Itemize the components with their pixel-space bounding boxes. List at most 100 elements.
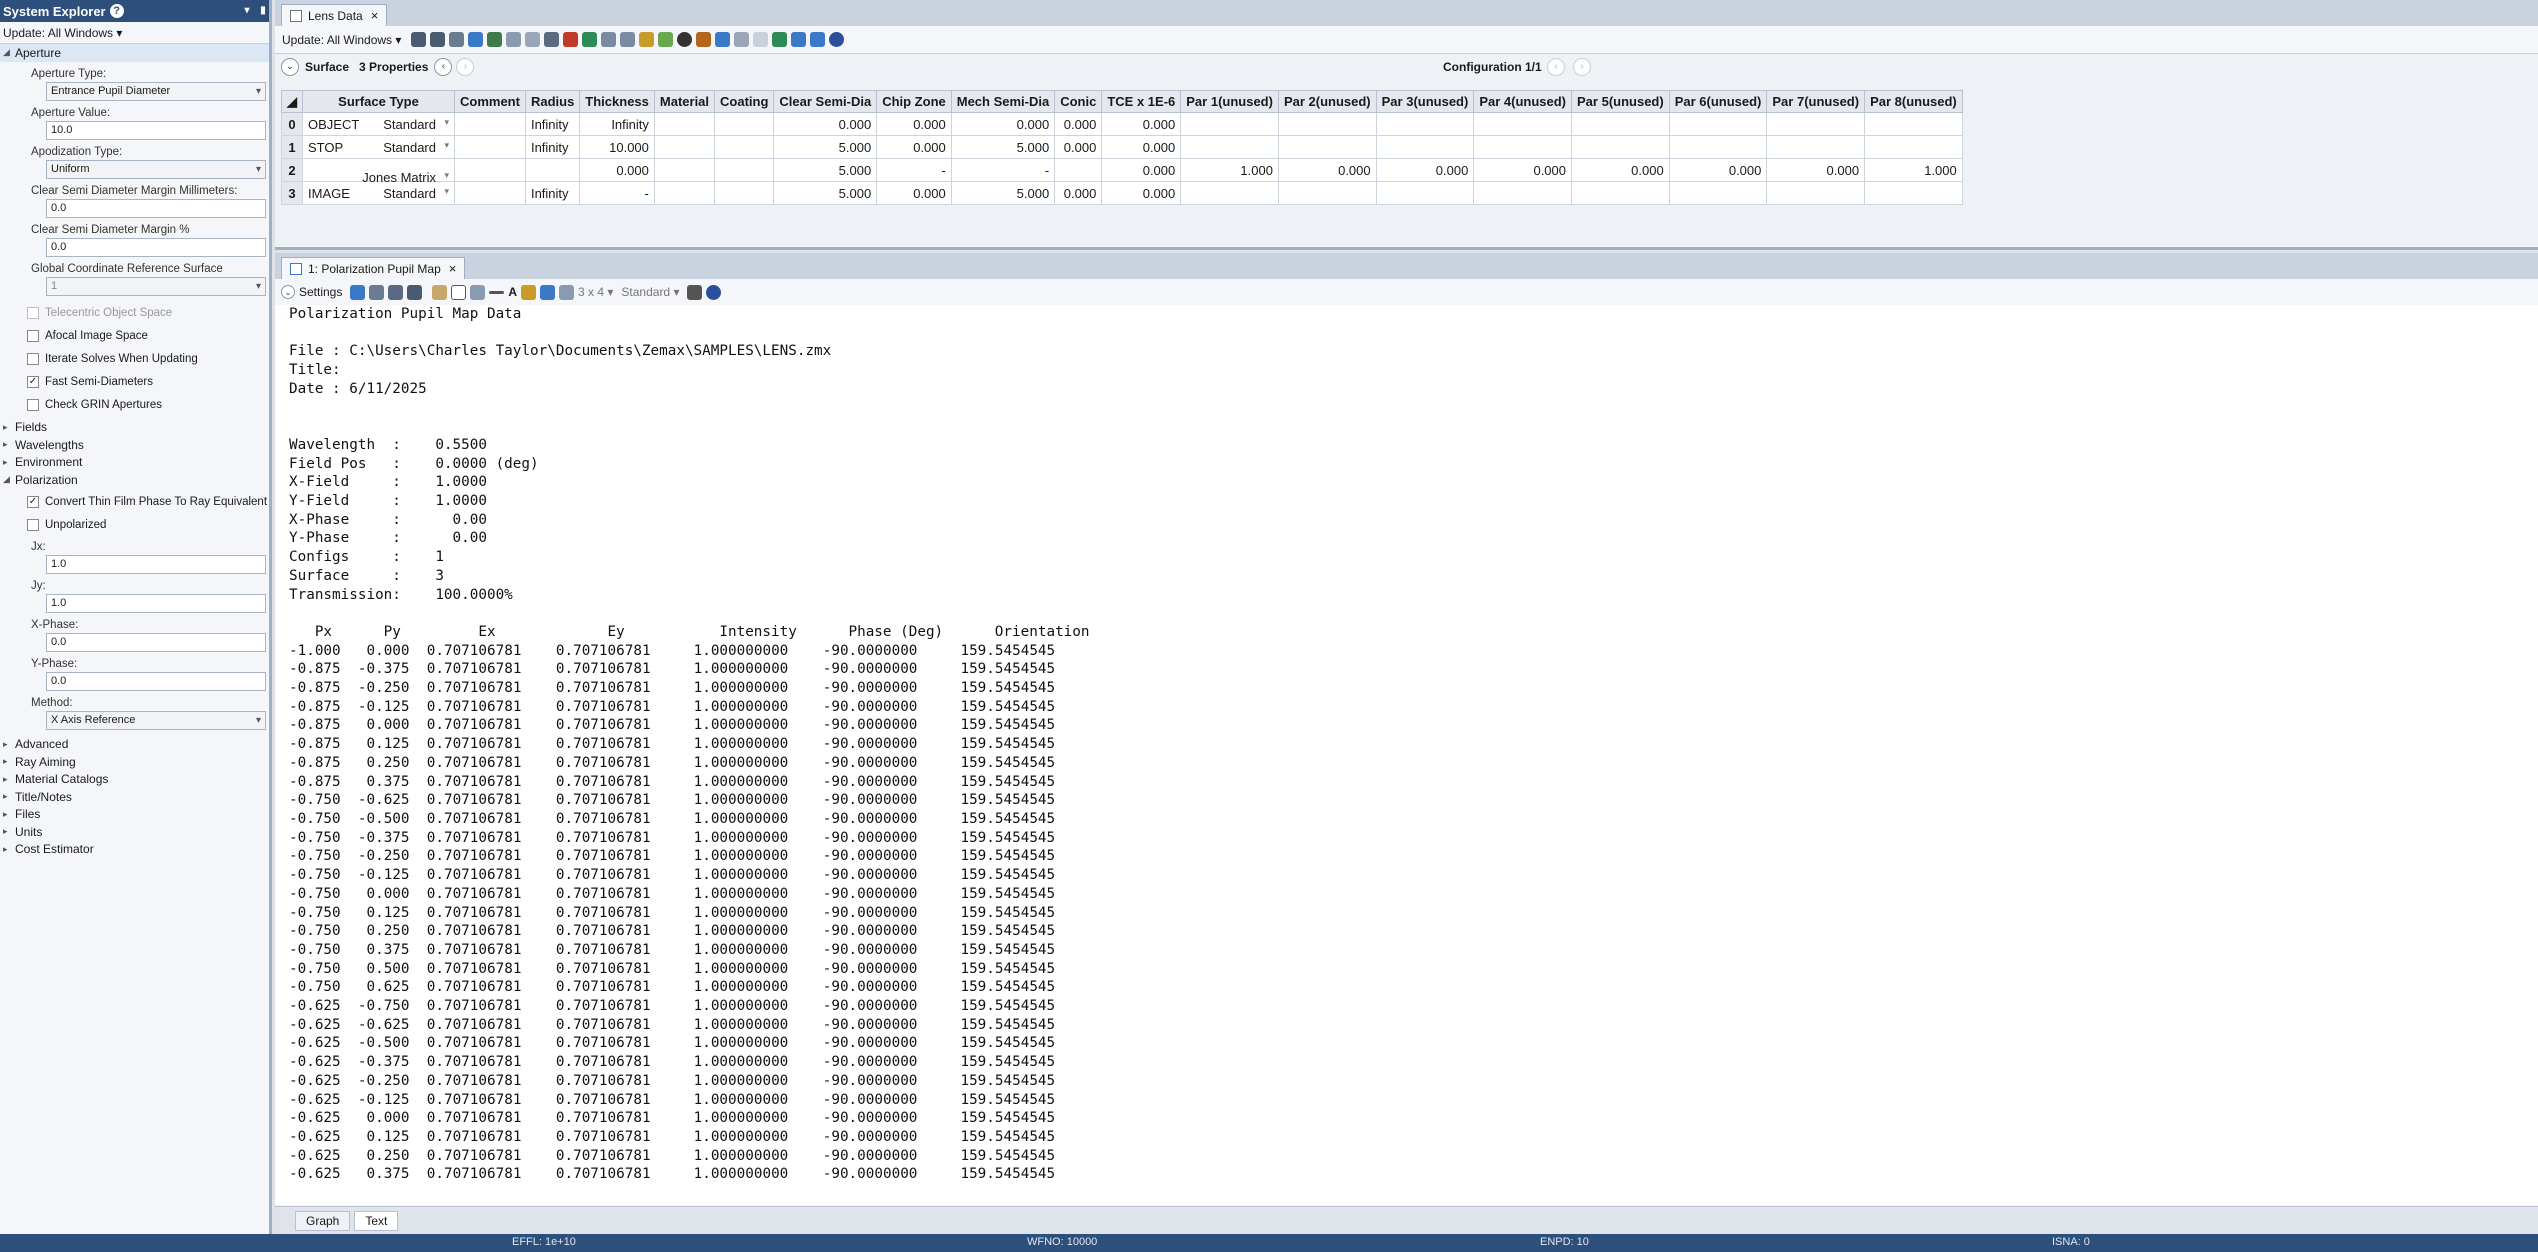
section-units[interactable]: ▸ Units	[0, 823, 269, 841]
radius-cell[interactable]	[524, 158, 581, 182]
jy-input[interactable]: 1.0	[46, 593, 266, 613]
pencil-icon[interactable]	[696, 32, 712, 47]
column-header[interactable]: Radius	[524, 90, 581, 113]
rectangle-icon[interactable]	[451, 284, 467, 300]
chip-zone-cell[interactable]: 0.000	[876, 112, 952, 136]
mech-semi-dia-cell[interactable]: 5.000	[950, 135, 1056, 159]
section-polarization[interactable]: ◢ Polarization	[0, 471, 269, 489]
surface-type-cell[interactable]: Jones Matrix ▾	[302, 158, 455, 185]
par-cell[interactable]	[1180, 112, 1279, 136]
tab-graph[interactable]: Graph	[295, 1210, 351, 1231]
radius-cell[interactable]: Infinity	[524, 181, 581, 205]
conic-cell[interactable]: 0.000	[1054, 181, 1103, 205]
column-header[interactable]: Par 6(unused)	[1668, 90, 1768, 113]
section-ray-aiming[interactable]: ▸ Ray Aiming	[0, 753, 269, 771]
column-header[interactable]: Par 3(unused)	[1375, 90, 1475, 113]
par-cell[interactable]	[1766, 181, 1866, 205]
par-cell[interactable]	[1473, 181, 1573, 205]
grid-icon[interactable]	[559, 284, 575, 300]
mech-semi-dia-cell[interactable]: 0.000	[950, 112, 1056, 136]
tce-cell[interactable]: 0.000	[1101, 112, 1182, 136]
section-files[interactable]: ▸ Files	[0, 806, 269, 824]
column-header[interactable]: Par 5(unused)	[1571, 90, 1670, 113]
document-icon[interactable]	[753, 32, 769, 47]
column-header[interactable]: Par 8(unused)	[1864, 90, 1963, 113]
par-cell[interactable]: 0.000	[1668, 158, 1768, 182]
thickness-cell[interactable]: Infinity	[579, 112, 655, 136]
layout-icon[interactable]	[487, 32, 503, 47]
column-header[interactable]: Coating	[714, 90, 775, 113]
section-cost-estimator[interactable]: ▸ Cost Estimator	[0, 841, 269, 859]
chevron-down-icon[interactable]: ⌄	[281, 58, 299, 76]
column-header[interactable]: TCE x 1E-6	[1101, 90, 1182, 113]
window-icon[interactable]	[540, 284, 556, 300]
par-cell[interactable]: 0.000	[1766, 158, 1866, 182]
unpolarized-checkbox[interactable]: Unpolarized	[0, 516, 269, 535]
par-cell[interactable]	[1766, 135, 1866, 159]
thickness-cell[interactable]: 0.000	[579, 158, 655, 182]
afocal-checkbox[interactable]: Afocal Image Space	[0, 327, 269, 346]
thickness-cell[interactable]: 10.000	[579, 135, 655, 159]
section-material-catalogs[interactable]: ▸ Material Catalogs	[0, 771, 269, 789]
par-cell[interactable]	[1668, 112, 1768, 136]
tab-text[interactable]: Text	[354, 1210, 399, 1231]
globe-icon[interactable]	[468, 32, 484, 47]
section-fields[interactable]: ▸ Fields	[0, 419, 269, 437]
tce-cell[interactable]: 0.000	[1101, 135, 1182, 159]
aperture-type-select[interactable]: Entrance Pupil Diameter	[46, 81, 266, 101]
par-cell[interactable]	[1375, 181, 1475, 205]
dropdown-icon[interactable]: ▾	[240, 4, 254, 18]
wand-icon[interactable]	[639, 32, 655, 47]
column-header[interactable]: Conic	[1054, 90, 1103, 113]
arrows-icon[interactable]	[601, 32, 617, 47]
thickness-cell[interactable]: -	[579, 181, 655, 205]
par-cell[interactable]: 0.000	[1571, 158, 1670, 182]
coating-cell[interactable]	[714, 112, 775, 136]
par-cell[interactable]	[1277, 181, 1377, 205]
comment-cell[interactable]	[454, 112, 526, 136]
column-header[interactable]: Chip Zone	[876, 90, 952, 113]
next-config-icon[interactable]: ›	[1573, 58, 1591, 76]
par-cell[interactable]: 0.000	[1277, 158, 1377, 182]
table-row[interactable]: 1 STOP Standard ▾ Infinity 10.000 5.000 0.000 5.…	[281, 135, 1963, 159]
style-dropdown[interactable]: Standard ▾	[621, 285, 679, 299]
csd-margin-pct-input[interactable]: 0.0	[46, 237, 266, 257]
line-icon[interactable]	[489, 290, 505, 294]
mech-semi-dia-cell[interactable]: -	[950, 158, 1056, 182]
par-cell[interactable]: 1.000	[1180, 158, 1279, 182]
column-header[interactable]: Par 7(unused)	[1766, 90, 1866, 113]
par-cell[interactable]	[1473, 135, 1573, 159]
section-environment[interactable]: ▸ Environment	[0, 454, 269, 472]
radius-cell[interactable]: Infinity	[524, 135, 581, 159]
section-advanced[interactable]: ▸ Advanced	[0, 736, 269, 754]
material-cell[interactable]	[653, 135, 716, 159]
save-icon[interactable]	[388, 284, 404, 300]
par-cell[interactable]	[1571, 135, 1670, 159]
optimize-icon[interactable]	[658, 32, 674, 47]
mech-semi-dia-cell[interactable]: 5.000	[950, 181, 1056, 205]
column-header[interactable]: Clear Semi-Dia	[773, 90, 878, 113]
par-cell[interactable]: 0.000	[1375, 158, 1475, 182]
par-cell[interactable]: 0.000	[1473, 158, 1573, 182]
update-dropdown[interactable]: Update: All Windows ▾	[282, 33, 401, 47]
surface-type-cell[interactable]: STOP Standard ▾	[302, 135, 455, 159]
tab-polarization-pupil-map[interactable]: 1: Polarization Pupil Map ×	[281, 257, 466, 279]
par-cell[interactable]	[1571, 112, 1670, 136]
column-header[interactable]: Par 4(unused)	[1473, 90, 1573, 113]
coating-cell[interactable]	[714, 181, 775, 205]
par-cell[interactable]	[1375, 112, 1475, 136]
ray-trace-icon[interactable]	[506, 32, 522, 47]
comment-cell[interactable]	[454, 158, 526, 182]
help-icon[interactable]	[829, 32, 845, 47]
toggle-icon[interactable]	[734, 32, 750, 47]
dollar-icon[interactable]	[772, 32, 788, 47]
clear-semi-dia-cell[interactable]: 5.000	[773, 135, 878, 159]
coating-cell[interactable]	[714, 158, 775, 182]
par-cell[interactable]	[1277, 112, 1377, 136]
clear-semi-dia-cell[interactable]: 0.000	[773, 112, 878, 136]
jx-input[interactable]: 1.0	[46, 554, 266, 574]
grid-layout-dropdown[interactable]: 3 x 4 ▾	[578, 285, 613, 299]
vertical-arrows-icon[interactable]	[620, 32, 636, 47]
comment-cell[interactable]	[454, 135, 526, 159]
table-row[interactable]: 0 OBJECT Standard ▾ Infinity Infinity 0.000 0.0…	[281, 112, 1963, 136]
